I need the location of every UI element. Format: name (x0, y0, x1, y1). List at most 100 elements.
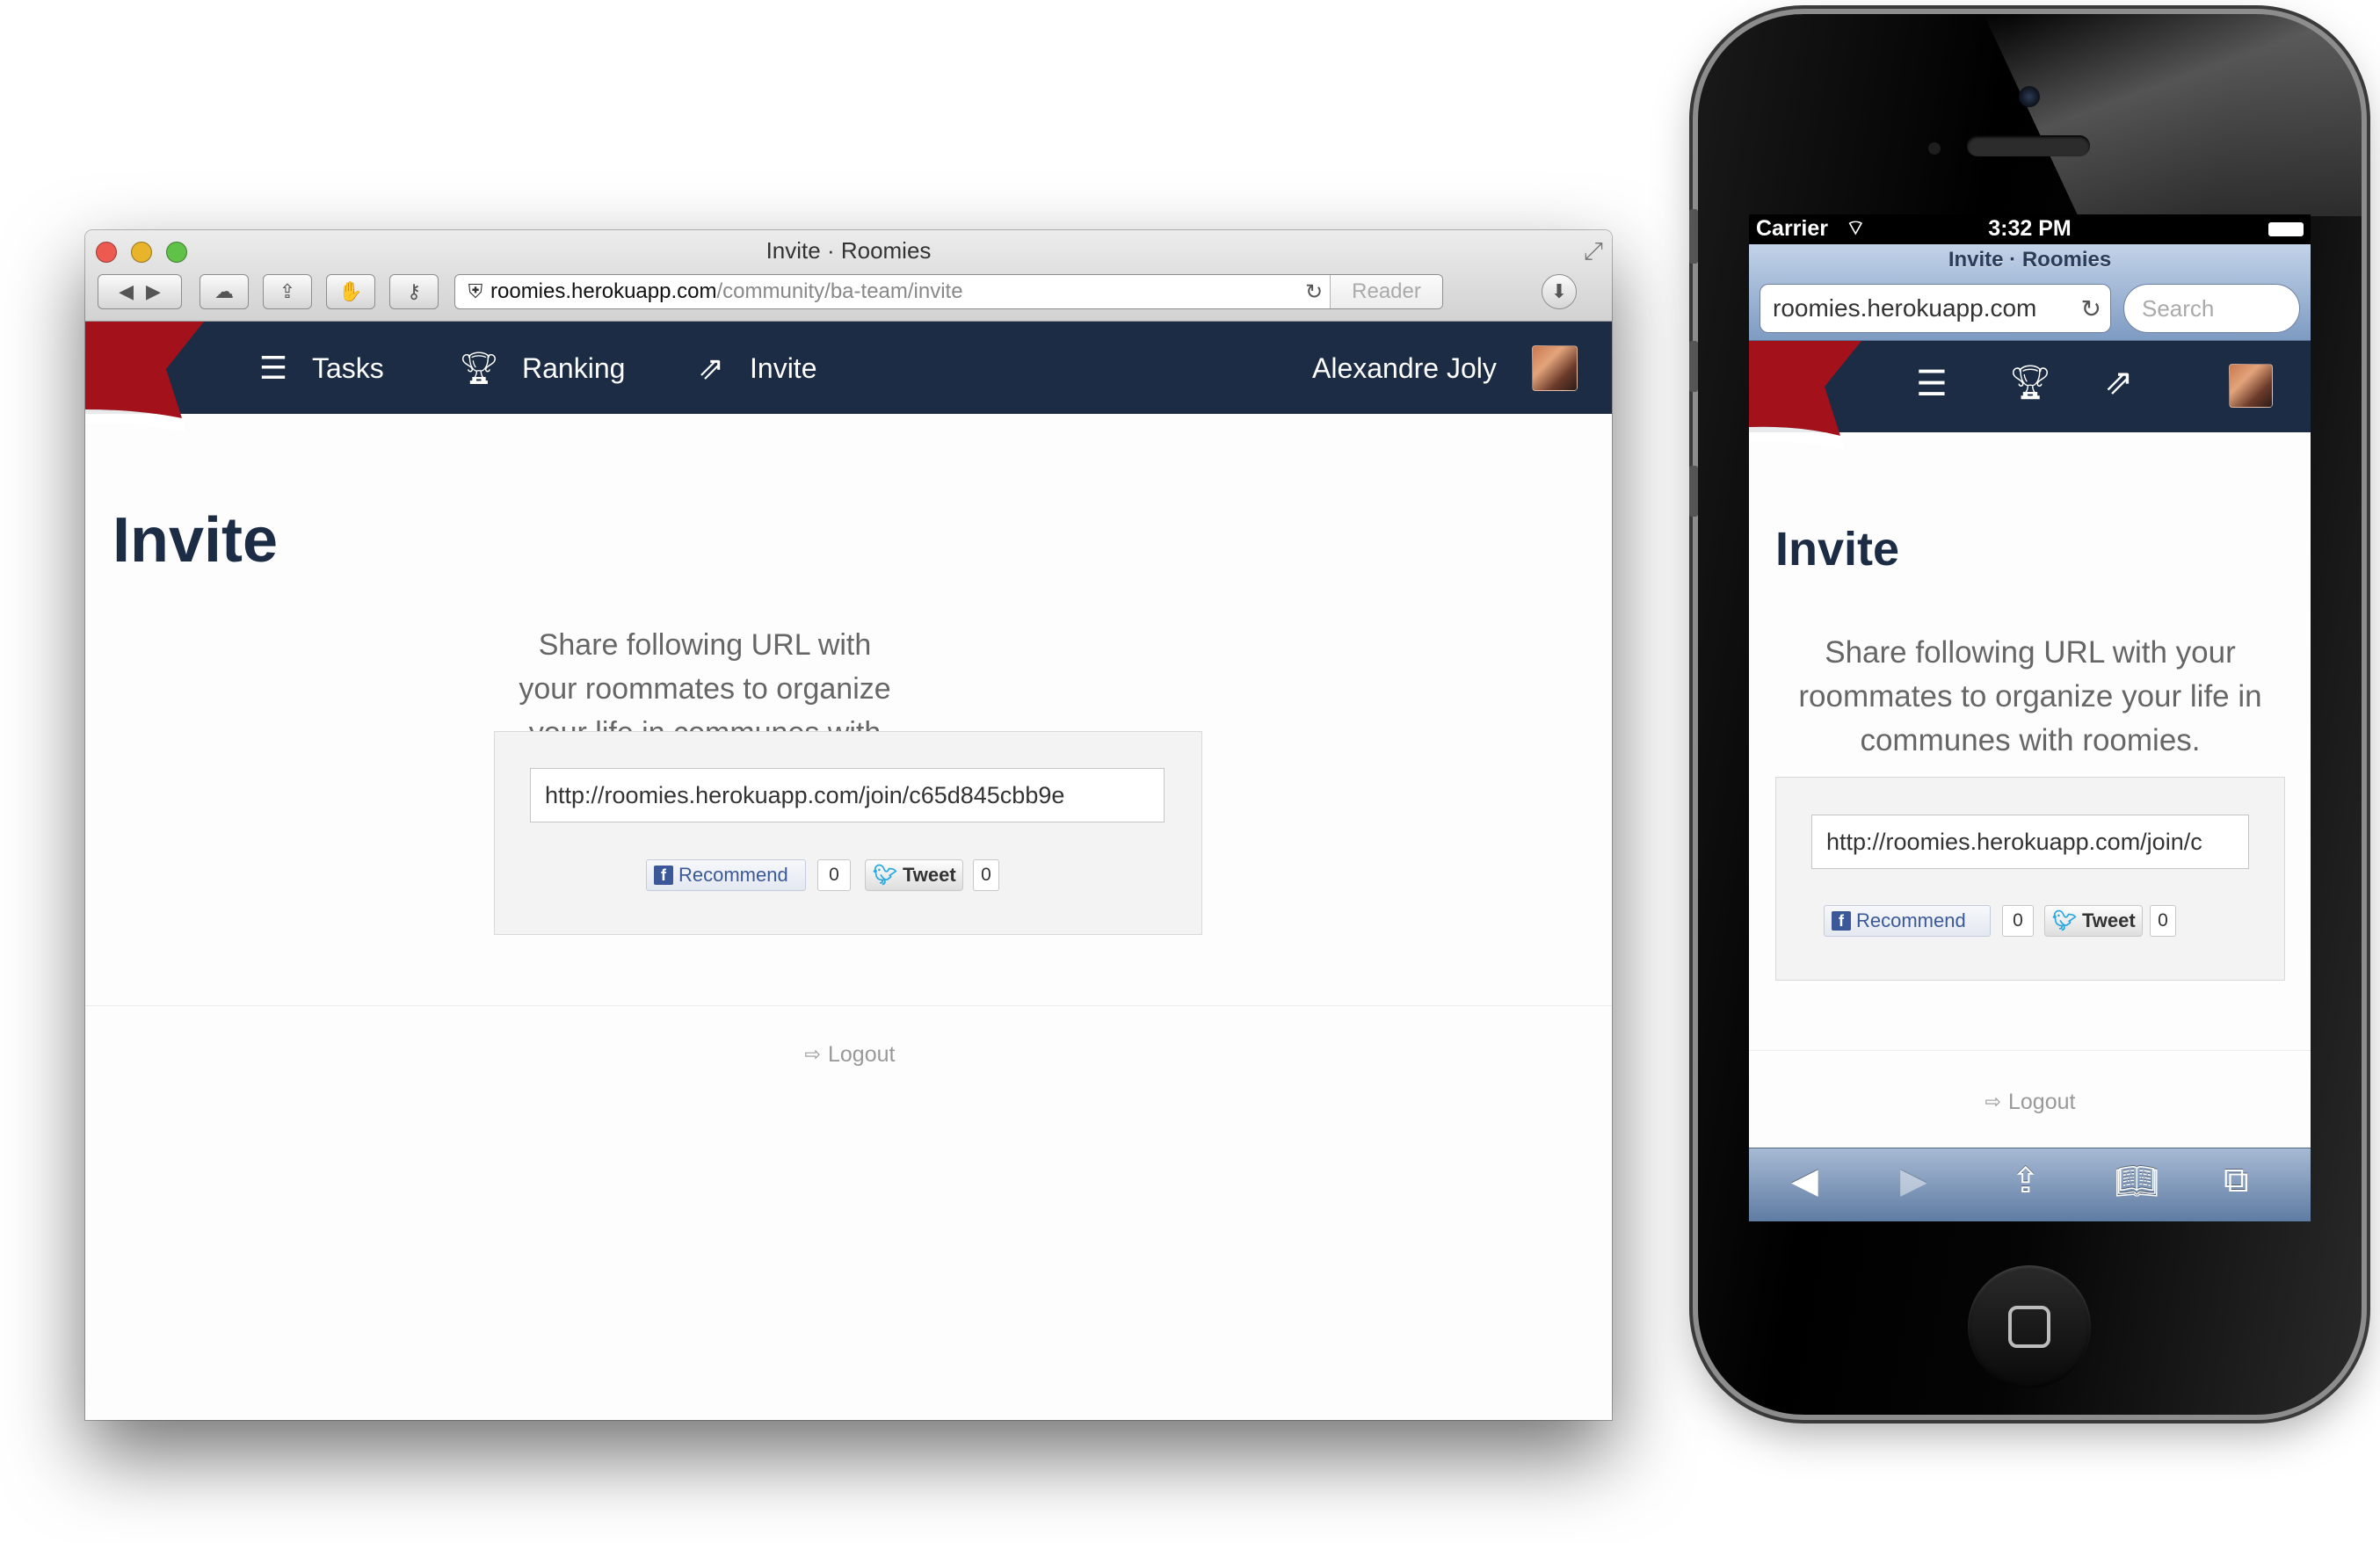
stop-hand-icon: ✋ (338, 280, 363, 302)
bookmarks-icon[interactable]: 📖︎ (2115, 1161, 2159, 1202)
roomies-logo-flag[interactable] (85, 322, 217, 436)
twitter-bird-icon: 🐦︎ (873, 864, 897, 886)
app-navbar: ☰ Tasks 🏆︎ Ranking ⇗ Invite Alexandre Jo… (85, 322, 1612, 432)
invite-instructions: Share following URL with your roommates … (1798, 635, 2262, 757)
nav-tasks-label: Tasks (312, 351, 384, 384)
nav-user[interactable]: Alexandre Joly (1312, 346, 1497, 390)
footer-divider (85, 1005, 1612, 1006)
status-bar: Carrier ⌔ 3:32 PM (1749, 214, 2311, 244)
share-button[interactable]: ⇪ (263, 274, 312, 309)
phone-glass-reflection (1984, 14, 2362, 216)
phone-screen: Carrier ⌔ 3:32 PM Invite · Roomies roomi… (1749, 214, 2311, 1221)
address-path: /community/ba-team/invite (716, 279, 963, 303)
mobile-address-text: roomies.herokuapp.com (1773, 294, 2037, 322)
recommend-label: Recommend (1856, 909, 1966, 931)
facebook-icon: f (654, 866, 673, 885)
reader-button[interactable]: Reader (1330, 275, 1442, 308)
back-forward-buttons[interactable]: ◀ ▶ (98, 274, 182, 309)
clock: 3:32 PM (1988, 216, 2072, 241)
avatar[interactable] (2229, 364, 2273, 408)
shield-icon: ⛨ (468, 280, 483, 302)
earpiece-speaker (1967, 135, 2090, 156)
mobile-page-title: Invite · Roomies (1948, 248, 2112, 272)
front-camera (2019, 86, 2040, 107)
window-title: Invite · Roomies (766, 237, 932, 264)
trophy-icon[interactable]: 🏆︎ (2009, 364, 2051, 402)
footer-divider (1749, 1050, 2311, 1051)
tweet-button[interactable]: 🐦︎ Tweet (2044, 905, 2143, 937)
tasks-icon: ☰ (258, 350, 288, 386)
invite-panel (494, 731, 1202, 935)
nav-invite-label: Invite (750, 351, 817, 384)
downloads-button[interactable]: ⬇ (1542, 274, 1577, 309)
home-square-icon (2008, 1306, 2050, 1348)
facebook-recommend-button[interactable]: f Recommend (1824, 905, 1991, 937)
volume-down-button (1689, 466, 1698, 517)
tasks-icon[interactable]: ☰ (1916, 364, 1948, 404)
trophy-icon: 🏆︎ (459, 350, 499, 386)
download-icon: ⬇ (1550, 280, 1568, 302)
nav-ranking[interactable]: 🏆︎ Ranking (459, 346, 625, 390)
facebook-recommend-button[interactable]: f Recommend (646, 859, 806, 891)
password-button[interactable]: ⚷ (389, 274, 439, 309)
volume-up-button (1689, 341, 1698, 392)
mobile-safari-chrome: Invite · Roomies roomies.herokuapp.com ↻… (1749, 244, 2311, 341)
address-bar[interactable]: ⛨ roomies.herokuapp.com/community/ba-tea… (454, 274, 1443, 309)
tabs-icon[interactable]: ⧉ (2224, 1161, 2249, 1200)
key-icon: ⚷ (406, 280, 422, 302)
avatar[interactable] (1532, 345, 1578, 391)
battery-icon (2268, 222, 2304, 236)
page-title: Invite (112, 505, 279, 576)
nav-invite[interactable]: ⇗ Invite (692, 346, 817, 390)
reload-icon[interactable]: ↻ (1298, 279, 1330, 305)
share-icon: ⇪ (279, 280, 296, 302)
mobile-search-field[interactable]: Search (2123, 284, 2300, 333)
facebook-icon: f (1832, 911, 1851, 931)
logout-icon: ⇨ (1985, 1090, 2001, 1112)
nav-ranking-label: Ranking (522, 351, 626, 384)
fullscreen-icon[interactable]: ⤢ (1584, 237, 1603, 266)
page-title: Invite (1775, 523, 1900, 576)
invite-panel (1775, 777, 2285, 981)
mobile-app-navbar: ☰ 🏆︎ ⇗ (1749, 341, 2311, 450)
mobile-address-bar[interactable]: roomies.herokuapp.com ↻ (1760, 284, 2111, 333)
tweet-label: Tweet (902, 864, 956, 886)
browser-toolbar: Invite · Roomies ⤢ ◀ ▶ ☁ ⇪ ✋ ⚷ ⛨ roomies… (85, 230, 1612, 322)
tweet-count: 0 (973, 859, 999, 891)
logout-link[interactable]: ⇨ Logout (1960, 1084, 2101, 1119)
tweet-count: 0 (2150, 905, 2176, 937)
forward-icon[interactable]: ▶ (1900, 1161, 1927, 1201)
address-host: roomies.herokuapp.com (490, 279, 717, 303)
home-button[interactable] (1968, 1265, 2091, 1388)
share-icon: ⇗ (697, 350, 725, 386)
user-name: Alexandre Joly (1312, 351, 1497, 384)
desktop-browser-window: Invite · Roomies ⤢ ◀ ▶ ☁ ⇪ ✋ ⚷ ⛨ roomies… (85, 230, 1612, 1420)
icloud-tabs-button[interactable]: ☁ (200, 274, 249, 309)
back-icon[interactable]: ◀ (119, 280, 134, 303)
tweet-button[interactable]: 🐦︎ Tweet (865, 859, 963, 891)
share-icon[interactable]: ⇪ (2011, 1161, 2041, 1201)
roomies-logo-flag[interactable] (1749, 341, 1872, 452)
recommend-label: Recommend (678, 864, 788, 886)
recommend-count: 0 (817, 859, 851, 891)
logout-label: Logout (2007, 1089, 2076, 1114)
logout-link[interactable]: ⇨ Logout (788, 1037, 911, 1072)
tweet-label: Tweet (2081, 909, 2136, 931)
share-icon[interactable]: ⇗ (2104, 362, 2134, 402)
iphone-device: Carrier ⌔ 3:32 PM Invite · Roomies roomi… (1689, 14, 2362, 1415)
forward-icon[interactable]: ▶ (146, 280, 161, 303)
adblock-button[interactable]: ✋ (326, 274, 375, 309)
proximity-sensor (1928, 142, 1941, 155)
twitter-bird-icon: 🐦︎ (2052, 909, 2077, 931)
nav-tasks[interactable]: ☰ Tasks (254, 346, 384, 390)
invite-url-field[interactable]: http://roomies.herokuapp.com/join/c65d84… (530, 768, 1165, 822)
mobile-safari-toolbar: ◀ ▶ ⇪ 📖︎ ⧉ (1749, 1148, 2311, 1221)
recommend-count: 0 (2002, 905, 2034, 937)
back-icon[interactable]: ◀ (1791, 1161, 1818, 1201)
logout-label: Logout (827, 1041, 896, 1067)
invite-url-field[interactable]: http://roomies.herokuapp.com/join/c (1811, 815, 2249, 869)
mute-switch (1689, 209, 1698, 264)
reload-icon[interactable]: ↻ (2081, 294, 2101, 323)
logout-icon: ⇨ (804, 1043, 821, 1065)
cloud-icon: ☁ (214, 280, 234, 302)
